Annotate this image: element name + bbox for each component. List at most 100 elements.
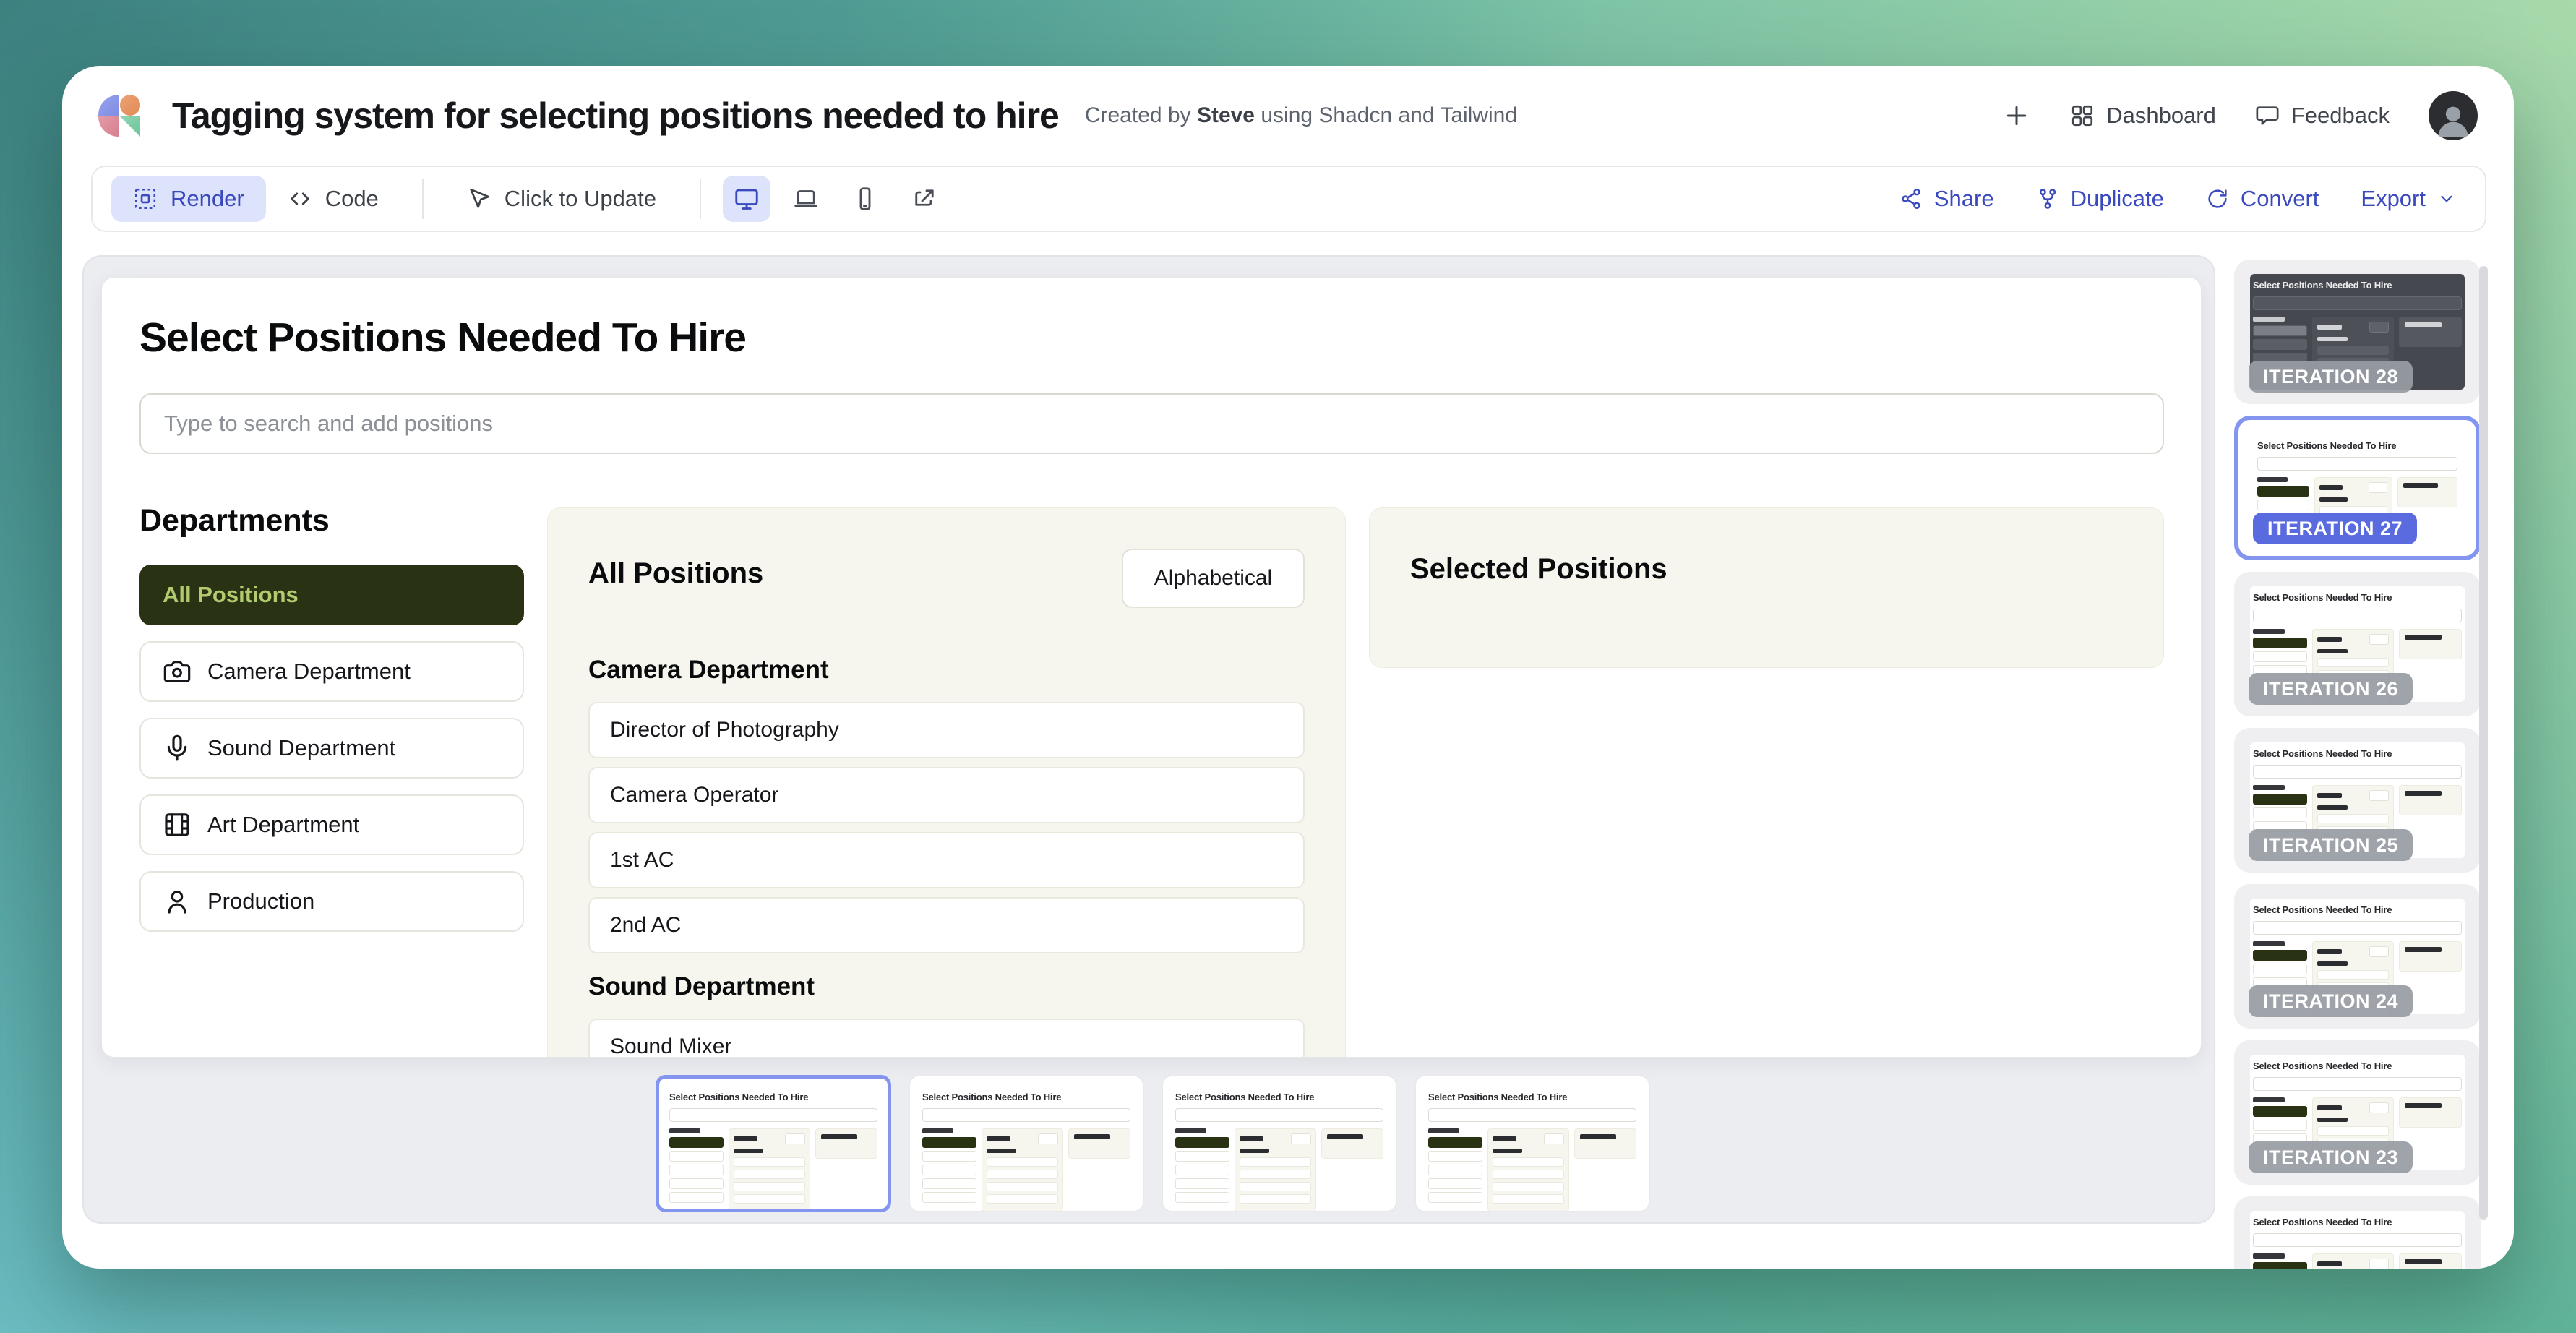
cursor-icon [467,187,491,211]
position-item-director-of-photography[interactable]: Director of Photography [588,702,1305,758]
department-button-camera-department[interactable]: Camera Department [139,641,524,702]
departments-panel: Departments All Positions Camera Departme… [139,503,524,948]
phone-view-button[interactable] [841,176,889,222]
render-frame-icon [133,187,158,211]
department-label: Sound Department [207,735,395,761]
version-thumbnail-strip: Select Positions Needed To HireSelect Po… [656,1075,1650,1212]
open-in-new-window-button[interactable] [901,176,948,222]
desktop-background: Tagging system for selecting positions n… [0,0,2576,1333]
duplicate-label: Duplicate [2071,186,2164,212]
chevron-down-icon [2437,189,2456,208]
code-icon [288,187,312,211]
all-positions-heading: All Positions [588,557,763,590]
iteration-card-iteration-27[interactable]: Select Positions Needed To HireITERATION… [2234,416,2481,560]
version-thumbnail-4[interactable]: Select Positions Needed To Hire [1414,1075,1650,1212]
laptop-icon [793,186,819,212]
convert-button[interactable]: Convert [2206,186,2319,212]
dashboard-button[interactable]: Dashboard [2070,103,2216,129]
iteration-badge: ITERATION 23 [2249,1141,2413,1173]
mini-app-preview: Select Positions Needed To Hire [1172,1086,1386,1201]
mini-app-preview: Select Positions Needed To Hire [2250,1211,2465,1269]
position-group-heading: Sound Department [588,972,1305,1001]
app-preview-card: Select Positions Needed To Hire Departme… [101,277,2202,1058]
toolbar-actions: Share Duplicate Convert Export [1899,186,2466,212]
department-label: All Positions [163,582,299,608]
app-window: Tagging system for selecting positions n… [62,66,2514,1269]
iteration-badge: ITERATION 27 [2253,513,2417,544]
all-positions-panel: All Positions Alphabetical Camera Depart… [547,507,1346,1058]
external-link-icon [911,186,937,212]
microphone-icon [163,734,192,763]
iteration-card-iteration-25[interactable]: Select Positions Needed To HireITERATION… [2234,728,2481,873]
position-item-1st-ac[interactable]: 1st AC [588,832,1305,888]
iteration-card-iteration-23[interactable]: Select Positions Needed To HireITERATION… [2234,1040,2481,1185]
speech-bubble-icon [2255,103,2280,128]
render-label: Render [171,186,244,212]
click-to-update-label: Click to Update [505,186,656,212]
export-button[interactable]: Export [2361,186,2456,212]
convert-label: Convert [2241,186,2319,212]
desktop-view-button[interactable] [723,176,770,222]
convert-refresh-icon [2206,187,2229,210]
iteration-badge: ITERATION 28 [2249,361,2413,393]
position-item-sound-mixer[interactable]: Sound Mixer [588,1019,1305,1058]
departments-heading: Departments [139,503,524,539]
department-button-all-positions[interactable]: All Positions [139,565,524,625]
person-icon [163,887,192,916]
window-header: Tagging system for selecting positions n… [62,66,2514,166]
share-icon [1899,187,1923,210]
iteration-badge: ITERATION 26 [2249,673,2413,705]
duplicate-button[interactable]: Duplicate [2036,186,2164,212]
share-label: Share [1934,186,1994,212]
code-tab[interactable]: Code [266,176,400,222]
render-canvas: Select Positions Needed To Hire Departme… [82,255,2215,1224]
iteration-card-iteration-24[interactable]: Select Positions Needed To HireITERATION… [2234,884,2481,1029]
toolbar: Render Code Click to Update [91,166,2486,232]
iteration-card-iteration-28[interactable]: Select Positions Needed To HireITERATION… [2234,260,2481,404]
iteration-card-iteration-26[interactable]: Select Positions Needed To HireITERATION… [2234,572,2481,716]
dashboard-label: Dashboard [2106,103,2216,129]
page-title: Tagging system for selecting positions n… [172,95,1059,137]
share-button[interactable]: Share [1899,186,1994,212]
created-by-name: Steve [1197,103,1255,127]
department-button-art-department[interactable]: Art Department [139,794,524,855]
created-by-prefix: Created by [1085,103,1191,127]
render-tab[interactable]: Render [111,176,266,222]
department-list: All Positions Camera Department Sound Depa… [139,565,524,932]
app-logo-icon [98,95,140,137]
version-thumbnail-1[interactable]: Select Positions Needed To Hire [656,1075,891,1212]
version-thumbnail-3[interactable]: Select Positions Needed To Hire [1162,1075,1397,1212]
position-group-heading: Camera Department [588,656,1305,685]
department-button-sound-department[interactable]: Sound Department [139,718,524,779]
iteration-card-partial[interactable]: Select Positions Needed To Hire [2234,1196,2481,1269]
sidebar-scrollbar[interactable] [2479,266,2488,1220]
department-label: Camera Department [207,659,411,685]
laptop-view-button[interactable] [782,176,830,222]
iteration-thumbnail: Select Positions Needed To Hire [2250,1211,2465,1269]
position-item-camera-operator[interactable]: Camera Operator [588,767,1305,823]
mini-app-preview: Select Positions Needed To Hire [666,1086,880,1201]
header-actions: Dashboard Feedback [2002,91,2478,140]
iterations-sidebar: Select Positions Needed To Hire ITERATION… [2234,260,2481,1269]
department-label: Production [207,888,314,914]
mini-app-preview: Select Positions Needed To Hire [919,1086,1133,1201]
monitor-icon [734,186,760,212]
camera-icon [163,657,192,686]
version-thumbnail-2[interactable]: Select Positions Needed To Hire [909,1075,1144,1212]
department-label: Art Department [207,812,359,838]
avatar[interactable] [2429,91,2478,140]
created-by-text: Created by Steve using Shadcn and Tailwi… [1085,103,1517,128]
created-by-suffix: using Shadcn and Tailwind [1261,103,1517,127]
preview-heading: Select Positions Needed To Hire [139,314,746,361]
feedback-button[interactable]: Feedback [2255,103,2390,129]
selected-positions-heading: Selected Positions [1410,553,2123,586]
iteration-badge: ITERATION 24 [2249,985,2413,1017]
plus-icon[interactable] [2002,101,2031,130]
phone-icon [852,186,878,212]
sort-alphabetical-button[interactable]: Alphabetical [1122,549,1305,608]
position-item-2nd-ac[interactable]: 2nd AC [588,897,1305,953]
search-input[interactable] [139,393,2164,454]
department-button-production[interactable]: Production [139,871,524,932]
export-label: Export [2361,186,2426,212]
click-to-update-button[interactable]: Click to Update [445,176,678,222]
